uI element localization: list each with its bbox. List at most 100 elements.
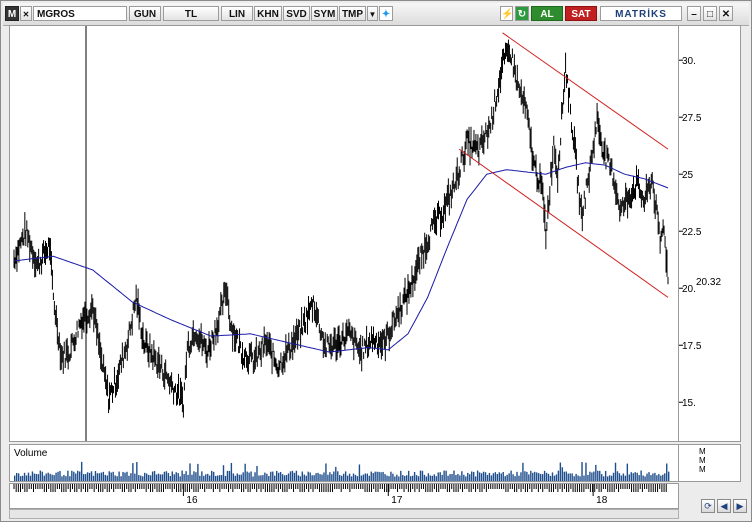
dropdown-arrow-icon[interactable]: ▼ [367,6,378,21]
volume-bar [342,473,345,481]
volume-bar [512,474,514,481]
volume-panel[interactable]: Volume [9,444,679,482]
volume-bar [230,462,233,481]
khn-button[interactable]: KHN [254,6,282,21]
price-series [13,39,669,418]
volume-bar [84,474,87,481]
close-icon[interactable]: ✕ [719,6,733,21]
volume-bar [90,471,93,481]
volume-bar [407,470,410,481]
volume-bar [67,470,69,481]
volume-bar [539,473,542,481]
volume-bar [451,474,453,481]
volume-bar [488,472,491,481]
sell-button[interactable]: SAT [565,6,597,21]
buy-button[interactable]: AL [531,6,563,21]
volume-bar [191,474,193,481]
scroll-left-icon[interactable]: ◀ [717,499,731,513]
volume-bar [638,475,640,481]
price-tick-label: 25 [682,170,694,181]
compare-icon[interactable]: ✕ [20,6,32,21]
volume-bar [112,471,114,481]
price-tick-label: 22.5 [682,227,702,238]
scroll-strip[interactable] [9,509,679,519]
volume-bar [39,470,42,481]
volume-bar [29,475,32,481]
volume-bar [402,475,404,481]
volume-bar [197,463,199,481]
date-axis-svg: 16 17 18 [13,484,667,506]
volume-bar [467,472,469,481]
volume-bar [285,475,288,481]
volume-bar [642,475,644,481]
volume-bar [618,473,621,481]
volume-bar [293,472,296,481]
volume-bar [593,471,595,481]
currency-button[interactable]: TL [163,6,219,21]
volume-bar [352,473,355,481]
volume-bar [614,462,617,481]
symbol-input[interactable]: MGROS [33,6,127,21]
twitter-icon[interactable]: ✦ [379,6,393,21]
volume-bar [591,472,593,481]
volume-bar [201,471,203,481]
volume-bar [175,472,177,481]
volume-bar [551,472,554,481]
price-chart-svg [13,26,669,441]
volume-bar [579,476,581,481]
volume-bar [189,463,191,481]
volume-bar [404,475,406,481]
price-plot[interactable] [9,25,679,442]
volume-bar [382,471,384,481]
volume-bar [88,472,91,481]
volume-bar [646,473,648,481]
volume-bar [118,471,120,481]
volume-bar [159,474,162,481]
volume-bar [541,474,544,481]
volume-bar [537,473,540,481]
volume-bar [443,470,445,481]
lightning-icon[interactable]: ⚡ [500,6,513,21]
period-button[interactable]: GUN [129,6,161,21]
volume-bar [439,472,441,481]
volume-bar [289,471,292,481]
volume-bar [534,471,536,481]
volume-bar [431,475,434,481]
sync-icon[interactable]: ⟳ [701,499,715,513]
scroll-right-icon[interactable]: ▶ [733,499,747,513]
volume-bar [122,471,124,481]
volume-bar [543,470,546,481]
menu-button[interactable]: M [5,6,19,21]
volume-bar [309,472,311,481]
volume-bar [167,472,170,481]
volume-bar [606,476,609,481]
volume-bar [179,476,181,481]
volume-bar [612,472,615,481]
volume-bar [461,471,463,481]
refresh-icon[interactable]: ↻ [515,6,529,21]
volume-bar [608,475,611,481]
volume-bar [634,472,636,481]
volume-bar [317,472,319,481]
volume-bar [362,474,365,481]
volume-bar [47,472,49,481]
volume-bar [136,462,138,481]
volume-bar [61,476,63,481]
volume-axis-unit: M [699,465,706,474]
volume-bar [15,472,18,481]
volume-bar [203,475,205,481]
svd-button[interactable]: SVD [283,6,310,21]
volume-bar [360,475,363,481]
volume-bar [425,476,428,481]
maximize-icon[interactable]: □ [703,6,717,21]
volume-bar [341,475,343,481]
sym-button[interactable]: SYM [311,6,338,21]
volume-bar [569,473,571,481]
volume-bar [626,463,629,481]
volume-bar [80,461,83,481]
minimize-icon[interactable]: – [687,6,701,21]
scale-button[interactable]: LIN [221,6,253,21]
volume-bar [423,474,426,481]
volume-bar [98,473,101,481]
tmp-button[interactable]: TMP [339,6,366,21]
